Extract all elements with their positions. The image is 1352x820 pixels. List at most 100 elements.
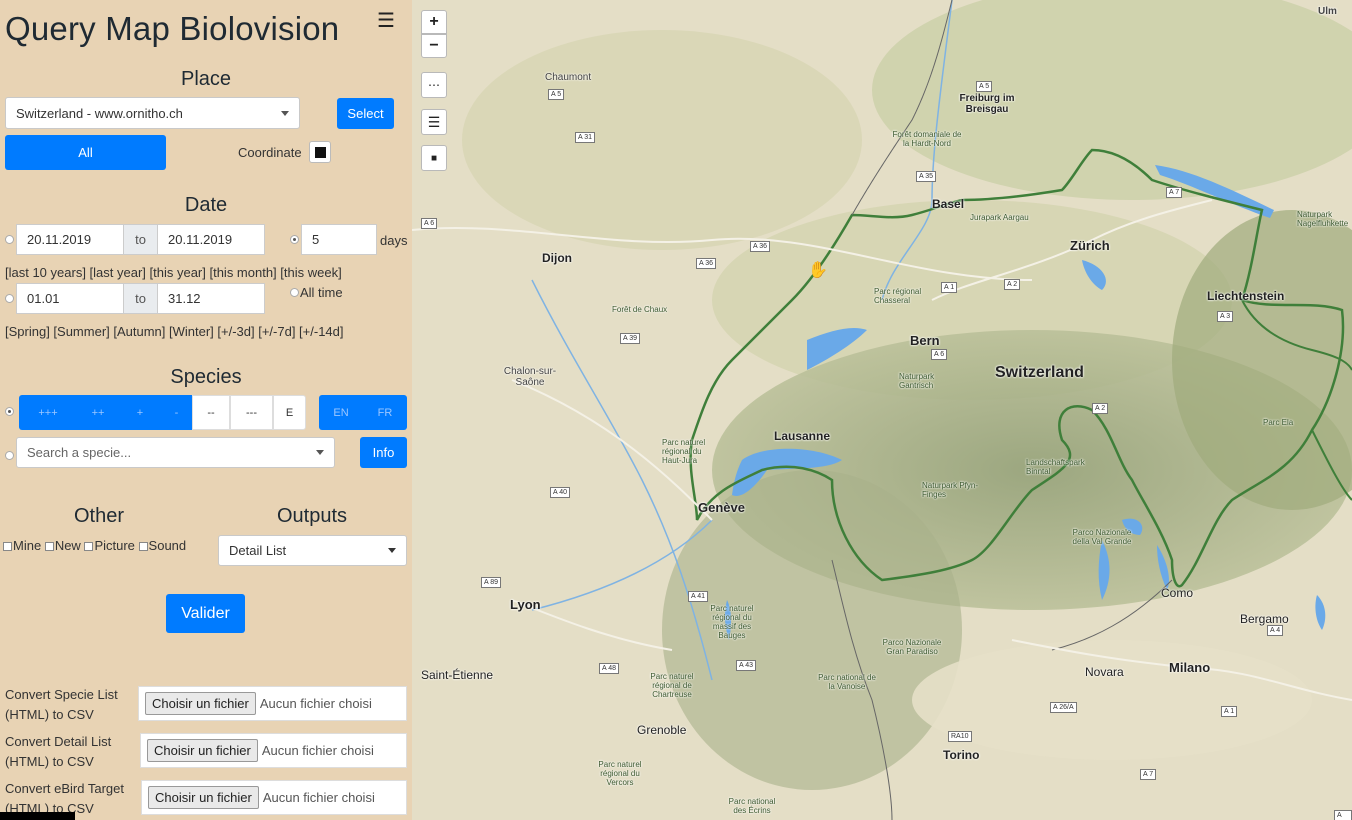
other-options: Mine New Picture Sound (3, 538, 186, 553)
road-shield: A 3 (1217, 311, 1234, 322)
new-checkbox[interactable] (44, 542, 54, 551)
map-label-freiburg: Freiburg im Breisgau (959, 93, 1015, 115)
road-shield: A 48 (599, 663, 620, 674)
rarity-level-3[interactable]: + (119, 395, 161, 430)
converter-detail-file-input[interactable]: Choisir un fichier Aucun fichier choisi (140, 733, 407, 768)
choose-file-button[interactable]: Choisir un fichier (148, 786, 259, 809)
hamburger-icon[interactable]: ☰ (377, 8, 395, 33)
select-button[interactable]: Select (337, 98, 394, 129)
lang-fr-button[interactable]: FR (363, 395, 407, 430)
zoom-in-icon[interactable]: + (421, 10, 447, 34)
road-shield: A 1 (941, 282, 958, 293)
road-shield: A 2 (1092, 403, 1109, 414)
road-shield: A 6 (421, 218, 438, 229)
map-label-bern: Bern (910, 333, 940, 348)
rarity-level-7[interactable]: E (273, 395, 306, 430)
road-shield: A 36 (696, 258, 717, 269)
map-label-chaumont: Chaumont (545, 72, 592, 83)
rectangle-draw-icon[interactable]: ■ (421, 145, 447, 171)
site-select-value: Switzerland - www.ornitho.ch (16, 105, 183, 121)
days-label: days (380, 233, 408, 248)
zoom-out-icon[interactable]: − (421, 34, 447, 58)
road-shield: A 26/A (1050, 702, 1077, 713)
choose-file-button[interactable]: Choisir un fichier (145, 692, 256, 715)
road-shield: A 31 (575, 132, 596, 143)
rarity-level-1[interactable]: +++ (19, 395, 77, 430)
road-shield: A 2 (1004, 279, 1021, 290)
lang-en-button[interactable]: EN (319, 395, 363, 430)
road-shield: A 41 (688, 591, 709, 602)
season-to-addon: to (123, 283, 158, 314)
days-radio[interactable] (290, 235, 299, 244)
sound-label: Sound (148, 538, 187, 553)
chevron-down-icon (316, 450, 324, 455)
outputs-select-value: Detail List (229, 543, 287, 558)
sound-checkbox[interactable] (138, 542, 148, 551)
coordinate-checkbox[interactable] (309, 141, 331, 163)
site-select[interactable]: Switzerland - www.ornitho.ch (5, 97, 300, 129)
choose-file-button[interactable]: Choisir un fichier (147, 739, 258, 762)
mine-label: Mine (13, 538, 42, 553)
road-shield: A 35 (916, 171, 937, 182)
all-button[interactable]: All (5, 135, 166, 170)
map-label-lyon: Lyon (510, 597, 541, 612)
date-from-input[interactable]: 20.11.2019 (16, 224, 124, 255)
map-park-binntal: Landschaftspark Binntal (1026, 458, 1085, 476)
road-shield: A 36 (750, 241, 771, 252)
season-to-input[interactable]: 31.12 (157, 283, 265, 314)
outputs-select[interactable]: Detail List (218, 535, 407, 566)
mine-checkbox[interactable] (3, 542, 12, 551)
place-heading: Place (180, 68, 232, 90)
map-park-vanoise: Parc national de la Vanoise (818, 673, 876, 691)
map-park-bauges: Parc naturel régional du massif des Baug… (710, 604, 754, 640)
layers-icon[interactable]: ☰ (421, 109, 447, 135)
picture-checkbox[interactable] (84, 542, 94, 551)
days-input[interactable]: 5 (301, 224, 377, 255)
road-shield: A 39 (620, 333, 641, 344)
coordinate-label: Coordinate (238, 145, 302, 160)
map-park-haut-jura: Parc naturel régional du Haut-Jura (662, 438, 706, 465)
picture-label: Picture (94, 538, 135, 553)
map-label-basel: Basel (932, 197, 965, 211)
season-links[interactable]: [Spring] [Summer] [Autumn] [Winter] [+/-… (5, 324, 344, 339)
rarity-radio[interactable] (5, 407, 14, 416)
outputs-heading: Outputs (276, 505, 348, 527)
rarity-level-6[interactable]: --- (230, 395, 273, 430)
chevron-down-icon (281, 110, 289, 116)
season-from-input[interactable]: 01.01 (16, 283, 124, 314)
converter-specie-label: Convert Specie List (HTML) to CSV (5, 687, 118, 722)
rarity-level-4[interactable]: - (161, 395, 192, 430)
locate-icon[interactable]: ⋯ (421, 72, 447, 98)
species-search-radio[interactable] (5, 451, 14, 460)
converter-ebird-file-input[interactable]: Choisir un fichier Aucun fichier choisi (141, 780, 407, 815)
all-time-radio[interactable] (290, 288, 299, 297)
road-shield: A 1 (1221, 706, 1238, 717)
road-shield: A 7 (1140, 769, 1157, 780)
map-view[interactable]: + − ⋯ ☰ ■ Switzerland Zürich Bern Lausan… (412, 0, 1352, 820)
species-search-select[interactable]: Search a specie... (16, 437, 335, 468)
map-park-hardt: Forêt domaniale de la Hardt-Nord (892, 130, 962, 148)
map-label-ulm: Ulm (1318, 6, 1337, 17)
date-heading: Date (184, 194, 228, 216)
app-title: Query Map Biolovision (5, 10, 340, 47)
rarity-level-5[interactable]: -- (192, 395, 230, 430)
file-status: Aucun fichier choisi (262, 790, 375, 805)
map-label-grenoble: Grenoble (637, 723, 687, 737)
map-label-zurich: Zürich (1070, 238, 1110, 253)
info-button[interactable]: Info (360, 437, 407, 468)
overlay-bar (0, 812, 75, 820)
date-to-addon: to (123, 224, 158, 255)
season-radio[interactable] (5, 294, 14, 303)
valider-button[interactable]: Valider (166, 594, 245, 633)
quick-date-links[interactable]: [last 10 years] [last year] [this year] … (5, 265, 342, 280)
road-shield: A 7 (1166, 187, 1183, 198)
map-label-geneve: Genève (698, 500, 745, 515)
map-park-chartreuse: Parc naturel régional de Chartreuse (650, 672, 694, 699)
rarity-level-2[interactable]: ++ (77, 395, 119, 430)
query-sidebar: Query Map Biolovision ☰ Place Switzerlan… (0, 0, 412, 820)
converter-specie-file-input[interactable]: Choisir un fichier Aucun fichier choisi (138, 686, 407, 721)
file-status: Aucun fichier choisi (259, 696, 372, 711)
map-canvas[interactable] (412, 0, 1352, 820)
date-range-radio[interactable] (5, 235, 14, 244)
date-to-input[interactable]: 20.11.2019 (157, 224, 265, 255)
